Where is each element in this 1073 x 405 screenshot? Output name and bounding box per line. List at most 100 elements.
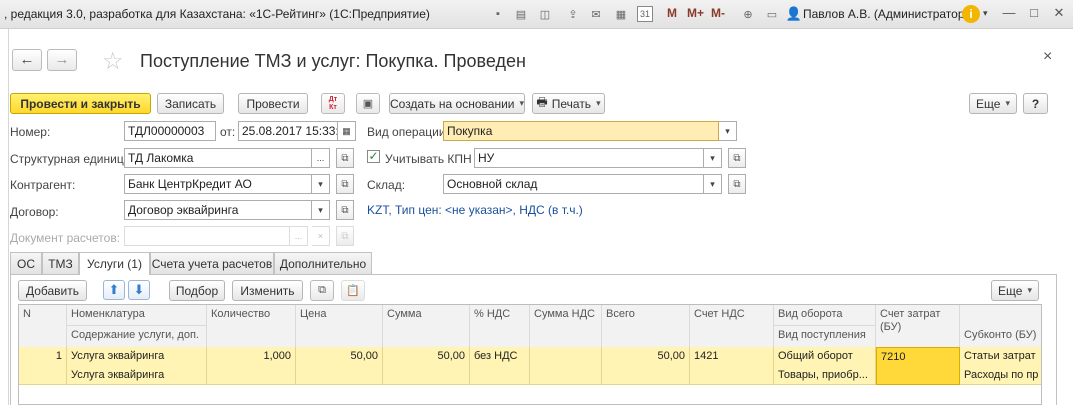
row-price[interactable]: 50,00 bbox=[296, 347, 383, 385]
row-subconto-1[interactable]: Статьи затрат bbox=[960, 347, 1041, 366]
contract-dropdown-icon[interactable]: ▾ bbox=[312, 200, 330, 220]
paste-icon[interactable]: 📋 bbox=[341, 280, 365, 301]
tab-additional[interactable]: Дополнительно bbox=[274, 252, 372, 274]
help-button[interactable]: ? bbox=[1023, 93, 1048, 114]
contractor-dropdown-icon[interactable]: ▾ bbox=[312, 174, 330, 194]
header-vat-rate[interactable]: % НДС bbox=[470, 305, 530, 347]
upload-icon[interactable]: ⇪ bbox=[565, 6, 581, 22]
settlement-open-icon[interactable]: ⧉ bbox=[336, 226, 354, 246]
header-n[interactable]: N bbox=[19, 305, 67, 347]
memory-minus-button[interactable]: M- bbox=[711, 6, 725, 20]
copy-icon[interactable]: ⧉ bbox=[310, 280, 334, 301]
header-nomenclature[interactable]: Номенклатура bbox=[67, 305, 207, 326]
header-receipt-type[interactable]: Вид поступления bbox=[774, 326, 876, 347]
header-subconto[interactable]: Субконто (БУ) bbox=[960, 326, 1041, 347]
header-price[interactable]: Цена bbox=[296, 305, 383, 347]
row-turnover-type[interactable]: Общий оборот bbox=[774, 347, 876, 366]
row-vat-account[interactable]: 1421 bbox=[690, 347, 774, 385]
row-vat-rate[interactable]: без НДС bbox=[470, 347, 530, 385]
row-subconto-2[interactable]: Расходы по пр bbox=[960, 366, 1041, 385]
table-more-button[interactable]: Еще bbox=[991, 280, 1039, 301]
row-total[interactable]: 50,00 bbox=[602, 347, 690, 385]
dt-kt-icon[interactable]: Дт Кт bbox=[321, 93, 345, 114]
structural-unit-field[interactable]: ТД Лакомка bbox=[124, 148, 312, 168]
row-content[interactable]: Услуга эквайринга bbox=[67, 366, 207, 385]
row-nomenclature[interactable]: Услуга эквайринга bbox=[67, 347, 207, 366]
unit-open-icon[interactable]: ⧉ bbox=[336, 148, 354, 168]
save-icon[interactable]: ▪ bbox=[490, 6, 506, 22]
minimize-icon[interactable]: — bbox=[998, 5, 1020, 23]
row-receipt-type[interactable]: Товары, приобр... bbox=[774, 366, 876, 385]
preview-icon[interactable]: ◫ bbox=[537, 6, 553, 22]
kpn-select[interactable]: НУ bbox=[474, 148, 704, 168]
header-turnover-type[interactable]: Вид оборота bbox=[774, 305, 876, 326]
post-and-close-button[interactable]: Провести и закрыть bbox=[10, 93, 151, 114]
warehouse-field[interactable]: Основной склад bbox=[443, 174, 704, 194]
structure-icon[interactable]: ▣ bbox=[356, 93, 380, 114]
row-cost-account[interactable]: 7210 bbox=[876, 347, 960, 385]
calculator-icon[interactable]: ▦ bbox=[613, 6, 629, 22]
post-button[interactable]: Провести bbox=[238, 93, 308, 114]
memory-m-button[interactable]: M bbox=[667, 6, 677, 20]
tab-tmz[interactable]: ТМЗ bbox=[42, 252, 79, 274]
warehouse-dropdown-icon[interactable]: ▾ bbox=[704, 174, 722, 194]
header-vat-account[interactable]: Счет НДС bbox=[690, 305, 774, 347]
header-total[interactable]: Всего bbox=[602, 305, 690, 347]
header-cost-account[interactable]: Счет затрат (БУ) bbox=[876, 305, 960, 347]
contractor-open-icon[interactable]: ⧉ bbox=[336, 174, 354, 194]
close-document-icon[interactable]: × bbox=[1043, 48, 1052, 66]
memory-plus-button[interactable]: M+ bbox=[687, 6, 704, 20]
tab-services[interactable]: Услуги (1) bbox=[79, 252, 150, 275]
unit-ellipsis-button[interactable]: ... bbox=[312, 148, 330, 168]
print-icon[interactable]: ▤ bbox=[513, 6, 529, 22]
chevron-down-icon[interactable]: ▾ bbox=[983, 8, 988, 19]
calendar-picker-icon[interactable]: ▦ bbox=[338, 121, 356, 141]
more-button[interactable]: Еще bbox=[969, 93, 1017, 114]
move-down-icon[interactable]: ⬇ bbox=[128, 280, 150, 300]
operation-type-select[interactable]: Покупка bbox=[443, 121, 719, 141]
back-button[interactable]: ← bbox=[12, 49, 42, 71]
favorite-star-icon[interactable]: ☆ bbox=[102, 47, 124, 76]
save-button[interactable]: Записать bbox=[157, 93, 224, 114]
table-row[interactable]: 1 Услуга эквайринга Услуга эквайринга 1,… bbox=[19, 347, 1041, 385]
pick-button[interactable]: Подбор bbox=[169, 280, 225, 301]
window-icon[interactable]: ▭ bbox=[764, 6, 780, 22]
contract-open-icon[interactable]: ⧉ bbox=[336, 200, 354, 220]
move-up-icon[interactable]: ⬆ bbox=[103, 280, 125, 300]
edit-button[interactable]: Изменить bbox=[232, 280, 303, 301]
header-content[interactable]: Содержание услуги, доп. bbox=[67, 326, 207, 347]
maximize-icon[interactable]: □ bbox=[1023, 5, 1045, 23]
mail-icon[interactable]: ✉ bbox=[588, 6, 604, 22]
contractor-field[interactable]: Банк ЦентрКредит АО bbox=[124, 174, 312, 194]
tab-os[interactable]: ОС bbox=[10, 252, 42, 274]
create-based-on-button[interactable]: Создать на основании bbox=[389, 93, 525, 114]
kpn-open-icon[interactable]: ⧉ bbox=[728, 148, 746, 168]
warehouse-open-icon[interactable]: ⧉ bbox=[728, 174, 746, 194]
price-type-link[interactable]: KZT, Тип цен: <не указан>, НДС (в т.ч.) bbox=[367, 203, 583, 217]
date-field[interactable]: 25.08.2017 15:33:3 bbox=[238, 121, 338, 141]
row-number[interactable]: 1 bbox=[19, 347, 67, 385]
kpn-checkbox[interactable]: ✓ bbox=[367, 150, 380, 163]
settlement-clear-button[interactable]: × bbox=[312, 226, 330, 246]
zoom-icon[interactable]: ⊕ bbox=[740, 6, 756, 22]
print-button[interactable]: 🖶 Печать bbox=[532, 93, 605, 114]
header-vat-sum[interactable]: Сумма НДС bbox=[530, 305, 602, 347]
user-name[interactable]: Павлов А.В. (Администратор) bbox=[803, 7, 969, 21]
header-sum[interactable]: Сумма bbox=[383, 305, 470, 347]
forward-button[interactable]: → bbox=[47, 49, 77, 71]
row-sum[interactable]: 50,00 bbox=[383, 347, 470, 385]
row-quantity[interactable]: 1,000 bbox=[207, 347, 296, 385]
number-field[interactable]: ТДЛ00000003 bbox=[124, 121, 216, 141]
info-icon[interactable]: i bbox=[962, 5, 980, 23]
services-table[interactable]: N Номенклатура Содержание услуги, доп. К… bbox=[18, 304, 1042, 405]
header-quantity[interactable]: Количество bbox=[207, 305, 296, 347]
contract-field[interactable]: Договор эквайринга bbox=[124, 200, 312, 220]
operation-dropdown-icon[interactable]: ▾ bbox=[719, 121, 737, 141]
row-vat-sum[interactable] bbox=[530, 347, 602, 385]
tab-settlement-accounts[interactable]: Счета учета расчетов bbox=[150, 252, 274, 274]
kpn-dropdown-icon[interactable]: ▾ bbox=[704, 148, 722, 168]
settlement-document-field[interactable] bbox=[124, 226, 290, 246]
add-row-button[interactable]: Добавить bbox=[18, 280, 87, 301]
settlement-ellipsis-button[interactable]: ... bbox=[290, 226, 308, 246]
close-window-icon[interactable]: ✕ bbox=[1048, 5, 1070, 23]
